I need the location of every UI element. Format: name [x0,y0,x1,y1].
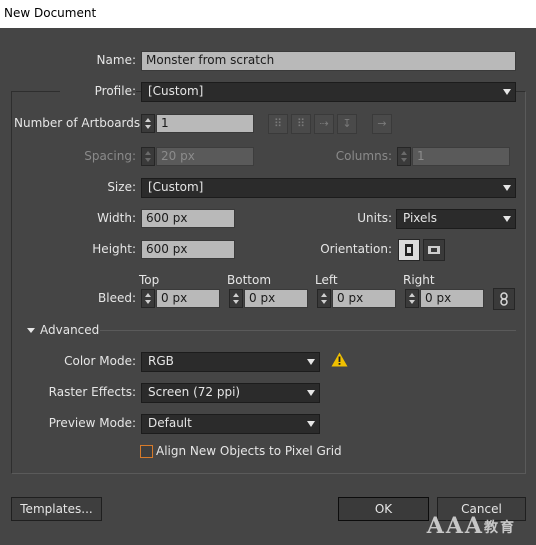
chevron-down-icon[interactable] [27,328,35,333]
bleed-top-input[interactable]: 0 px [156,289,220,308]
chevron-down-icon [307,421,315,427]
bleed-left-label: Left [315,273,338,287]
bleed-right-input[interactable]: 0 px [420,289,484,308]
chevron-down-icon [307,359,315,365]
chevron-down-icon [307,390,315,396]
preview-mode-label: Preview Mode: [48,416,136,430]
stepper-down-icon [401,158,407,162]
bleed-left-input[interactable]: 0 px [332,289,396,308]
grid-by-column-icon[interactable]: ⠿ [291,114,311,134]
arrange-by-row-icon[interactable]: ⇢ [314,114,334,134]
stepper-up-icon [401,151,407,155]
bleed-bottom-input[interactable]: 0 px [244,289,308,308]
width-label: Width: [97,211,136,225]
bleed-left-stepper[interactable] [317,289,331,308]
profile-dropdown[interactable]: [Custom] [141,82,516,102]
color-mode-value: RGB [148,354,174,368]
align-pixel-grid-label: Align New Objects to Pixel Grid [156,444,342,458]
columns-input[interactable]: 1 [412,147,510,166]
ok-button[interactable]: OK [338,497,429,521]
raster-effects-value: Screen (72 ppi) [148,385,241,399]
templates-button[interactable]: Templates... [11,497,102,521]
align-pixel-grid-checkbox[interactable] [140,445,153,458]
stepper-up-icon [409,293,415,297]
bleed-top-stepper[interactable] [141,289,155,308]
portrait-icon [405,244,413,256]
spacing-label: Spacing: [84,149,136,163]
size-dropdown[interactable]: [Custom] [141,178,516,198]
profile-label: Profile: [60,84,136,98]
artboards-input[interactable]: 1 [156,114,254,133]
stepper-up-icon [145,293,151,297]
advanced-divider [100,330,516,331]
units-value: Pixels [403,211,438,225]
height-label: Height: [92,242,136,256]
landscape-icon [428,246,440,254]
portrait-orientation-button[interactable] [398,239,420,261]
stepper-down-icon [233,300,239,304]
stepper-down-icon [321,300,327,304]
artboards-stepper[interactable] [141,114,155,133]
columns-label: Columns: [335,149,392,163]
name-label: Name: [96,53,136,67]
layout-direction-icon[interactable]: → [372,114,392,134]
height-input[interactable]: 600 px [141,240,235,259]
link-bleed-button[interactable] [493,288,515,310]
units-dropdown[interactable]: Pixels [396,209,516,229]
title-bar: New Document [0,0,536,28]
grid-by-row-icon[interactable]: ⠿ [268,114,288,134]
stepper-up-icon [233,293,239,297]
stepper-up-icon [145,118,151,122]
arrange-by-column-icon[interactable]: ↧ [337,114,357,134]
window-title: New Document [4,6,97,20]
preview-mode-dropdown[interactable]: Default [141,414,320,434]
raster-effects-dropdown[interactable]: Screen (72 ppi) [141,383,320,403]
warning-icon [331,352,348,367]
width-input[interactable]: 600 px [141,209,235,228]
bleed-bottom-label: Bottom [227,273,272,287]
color-mode-dropdown[interactable]: RGB [141,352,320,372]
chain-link-icon [500,292,508,306]
watermark-logo: AAA教育 [426,513,516,539]
landscape-orientation-button[interactable] [423,239,445,261]
chevron-down-icon [503,216,511,222]
stepper-up-icon [145,151,151,155]
color-mode-label: Color Mode: [64,354,136,368]
stepper-down-icon [145,300,151,304]
raster-effects-label: Raster Effects: [48,385,136,399]
size-label: Size: [107,180,136,194]
bleed-bottom-stepper[interactable] [229,289,243,308]
orientation-label: Orientation: [320,242,392,256]
spacing-stepper[interactable] [141,147,155,166]
bleed-right-stepper[interactable] [405,289,419,308]
preview-mode-value: Default [148,416,192,430]
chevron-down-icon [503,185,511,191]
stepper-down-icon [145,158,151,162]
spacing-input[interactable]: 20 px [156,147,254,166]
stepper-down-icon [409,300,415,304]
bleed-top-label: Top [139,273,160,287]
size-value: [Custom] [148,180,204,194]
artboards-label: Number of Artboards: [14,116,145,130]
stepper-up-icon [321,293,327,297]
units-label: Units: [357,211,392,225]
chevron-down-icon [503,89,511,95]
bleed-right-label: Right [403,273,435,287]
stepper-down-icon [145,125,151,129]
bleed-label: Bleed: [98,291,136,305]
advanced-toggle[interactable]: Advanced [40,323,99,337]
columns-stepper[interactable] [397,147,411,166]
name-input[interactable]: Monster from scratch [141,51,516,71]
profile-value: [Custom] [148,84,204,98]
